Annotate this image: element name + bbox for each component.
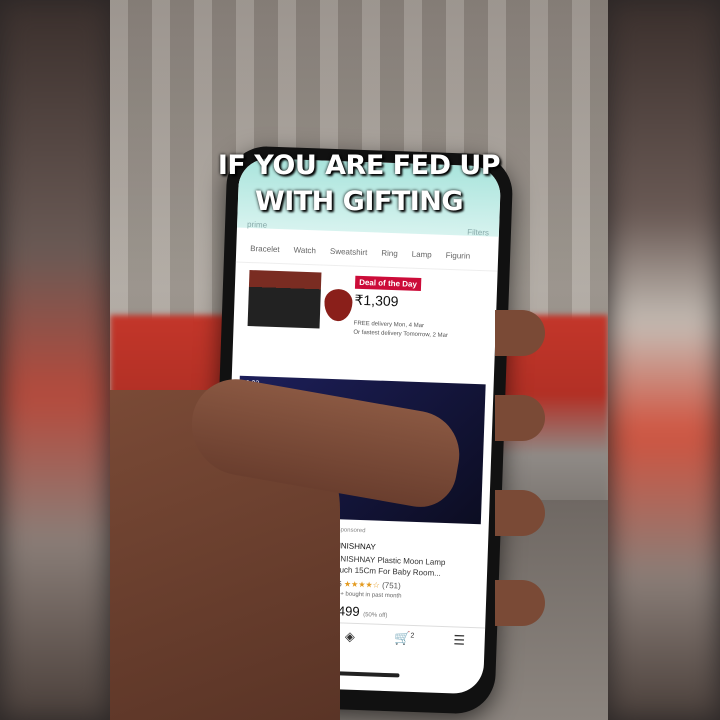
deal-badge: Deal of the Day [354,275,422,291]
caption-line-2: WITH GIFTING [254,186,464,217]
chip-ring[interactable]: Ring [381,249,398,268]
chip-lamp[interactable]: Lamp [411,250,432,269]
finger [495,310,545,356]
blurred-left-panel [0,0,110,720]
finger [495,395,545,441]
cart-icon[interactable]: 🛒2 [394,630,415,647]
review-count: (751) [381,580,401,591]
cart-count: 2 [410,632,415,640]
product-rating: 3.6 ★★★★☆ (751) [330,579,400,590]
discount-text: (50% off) [363,612,388,620]
keyring-image [323,288,353,322]
star-icons: ★★★★☆ [343,579,380,590]
product-price: ₹1,309 [354,291,399,310]
product-card-wallet[interactable]: Deal of the Day ₹1,309 FREE delivery Mon… [242,266,487,369]
bought-count: 600+ bought in past month [330,591,402,600]
wallet-image [247,270,322,329]
chip-figurine[interactable]: Figurin [445,251,471,270]
finger [495,580,545,626]
menu-icon[interactable]: ☰ [453,632,465,648]
sponsored-label: Sponsored [336,527,366,535]
chip-sweatshirt[interactable]: Sweatshirt [329,247,368,266]
chip-bracelet[interactable]: Bracelet [250,244,280,263]
delivery-info: FREE delivery Mon, 4 Mar Or fastest deli… [353,320,484,343]
caption-line-1: IF YOU ARE FED UP [217,150,501,181]
blurred-right-panel [608,0,720,720]
finger [495,490,545,536]
prime-label: prime [246,219,268,230]
filters-button[interactable]: Filters [467,228,489,247]
chip-watch[interactable]: Watch [293,246,316,265]
product-title[interactable]: IMNISHNAY Plastic Moon Lamp Touch 15Cm F… [331,553,462,580]
layers-icon[interactable]: ◈ [345,629,356,645]
